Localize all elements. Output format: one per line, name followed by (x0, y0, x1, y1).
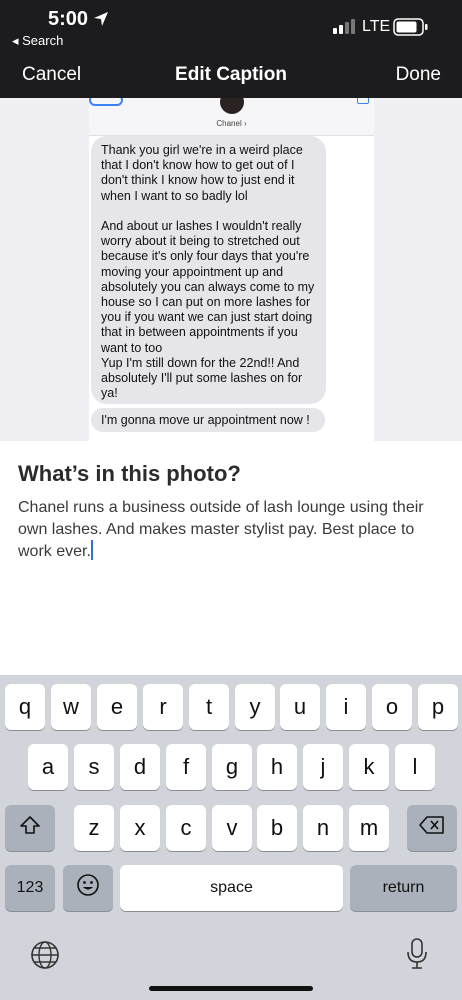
network-label: LTE (362, 18, 391, 35)
key-m[interactable]: m (349, 805, 389, 851)
delete-icon (419, 815, 445, 841)
text-cursor (90, 540, 93, 560)
contact-name: Chanel › (216, 119, 247, 128)
message-bubble: I'm gonna move ur appointment now ! (91, 408, 325, 432)
location-arrow-icon (93, 11, 109, 32)
globe-icon[interactable] (30, 940, 60, 975)
keyboard: q w e r t y u i o p a s d f g h j k l z … (0, 675, 462, 1000)
key-e[interactable]: e (97, 684, 137, 730)
key-a[interactable]: a (28, 744, 68, 790)
key-i[interactable]: i (326, 684, 366, 730)
key-b[interactable]: b (257, 805, 297, 851)
message-bubble: Thank you girl we're in a weird place th… (91, 136, 326, 404)
key-z[interactable]: z (74, 805, 114, 851)
return-key[interactable]: return (350, 865, 457, 911)
caption-text: Chanel runs a business outside of lash l… (18, 499, 424, 560)
key-u[interactable]: u (280, 684, 320, 730)
key-p[interactable]: p (418, 684, 458, 730)
key-f[interactable]: f (166, 744, 206, 790)
delete-key[interactable] (407, 805, 457, 851)
screenshot-back-icon (89, 98, 123, 106)
status-time: 5:00 (48, 8, 89, 30)
caption-heading: What’s in this photo? (18, 461, 241, 486)
space-key[interactable]: space (120, 865, 343, 911)
emoji-key[interactable] (63, 865, 113, 911)
key-t[interactable]: t (189, 684, 229, 730)
key-d[interactable]: d (120, 744, 160, 790)
key-k[interactable]: k (349, 744, 389, 790)
key-r[interactable]: r (143, 684, 183, 730)
battery-icon (393, 18, 429, 41)
key-j[interactable]: j (303, 744, 343, 790)
screenshot-video-icon (357, 98, 369, 104)
key-y[interactable]: y (235, 684, 275, 730)
message-screenshot: Chanel › Thank you girl we're in a weird… (89, 98, 374, 441)
key-h[interactable]: h (257, 744, 297, 790)
shift-icon (19, 815, 41, 841)
avatar (220, 98, 244, 114)
microphone-icon[interactable] (406, 938, 428, 975)
key-s[interactable]: s (74, 744, 114, 790)
key-l[interactable]: l (395, 744, 435, 790)
key-o[interactable]: o (372, 684, 412, 730)
numbers-key[interactable]: 123 (5, 865, 55, 911)
key-c[interactable]: c (166, 805, 206, 851)
done-button[interactable]: Done (396, 64, 441, 86)
emoji-icon (76, 873, 100, 903)
page-title: Edit Caption (175, 64, 287, 85)
top-bar: 5:00 ◂ Search LTE Cancel Edit Caption Do… (0, 0, 462, 98)
key-w[interactable]: w (51, 684, 91, 730)
shift-key[interactable] (5, 805, 55, 851)
key-q[interactable]: q (5, 684, 45, 730)
key-x[interactable]: x (120, 805, 160, 851)
key-g[interactable]: g (212, 744, 252, 790)
key-v[interactable]: v (212, 805, 252, 851)
back-to-search-link[interactable]: ◂ Search (12, 33, 63, 49)
screenshot-header: Chanel › (89, 98, 374, 136)
signal-icon (333, 18, 357, 39)
key-n[interactable]: n (303, 805, 343, 851)
home-indicator (149, 986, 313, 991)
photo-preview: Chanel › Thank you girl we're in a weird… (0, 98, 462, 441)
caption-input[interactable]: Chanel runs a business outside of lash l… (18, 497, 438, 563)
